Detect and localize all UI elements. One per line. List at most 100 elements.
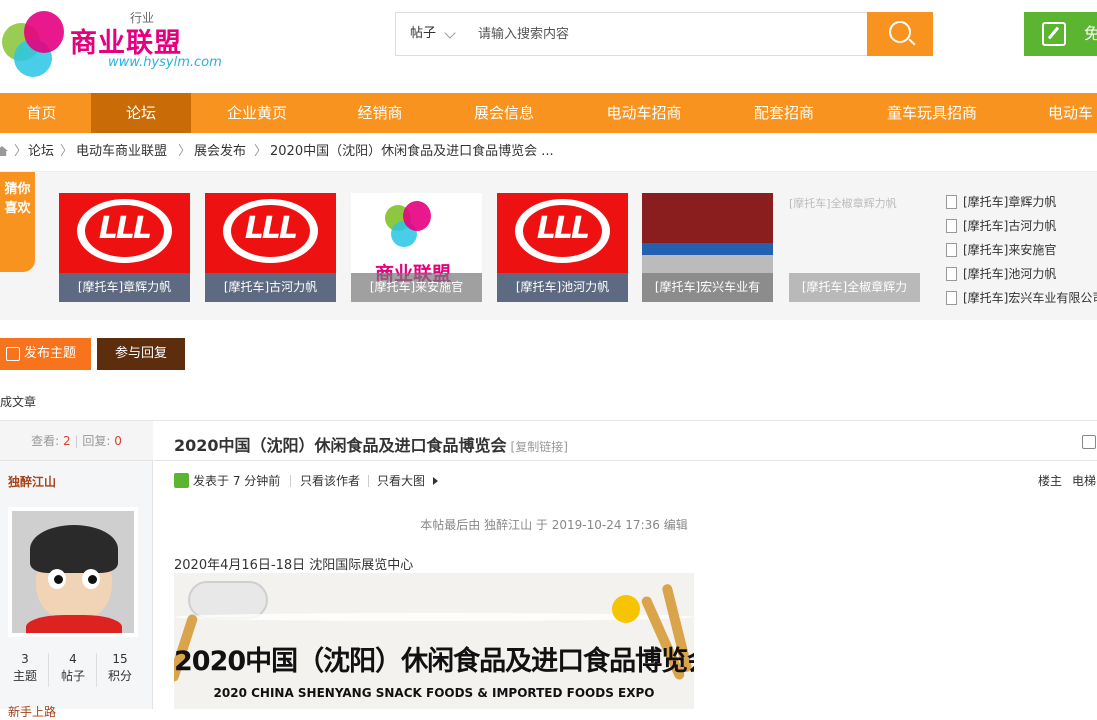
copy-link[interactable]: [复制链接]	[511, 440, 568, 454]
nav-item-ev-recruit[interactable]: 电动车招商	[590, 93, 698, 133]
breadcrumb-ev-alliance[interactable]: 电动车商业联盟	[76, 133, 167, 171]
free-post-label: 免费	[1084, 24, 1097, 87]
post-topic-label: 发布主题	[24, 346, 77, 361]
home-icon[interactable]	[0, 146, 8, 156]
only-author-link[interactable]: 只看该作者	[300, 472, 360, 490]
views-count: 2	[63, 434, 71, 448]
thumb-caption: [摩托车]古河力帆	[205, 273, 336, 302]
breadcrumb-current: 2020中国（沈阳）休闲食品及进口食品博览会 ...	[270, 144, 554, 159]
generate-article-label: 生成文章	[0, 395, 37, 409]
banner-subtitle: 2020 CHINA SHENYANG SNACK FOODS & IMPORT…	[213, 686, 655, 700]
user-stats: 3 主题 4 帖子 15 积分	[0, 651, 153, 691]
meta-divider	[290, 475, 291, 487]
replies-label: 回复:	[82, 434, 111, 448]
document-icon	[946, 195, 957, 209]
breadcrumb-sep: 〉	[254, 144, 268, 159]
thread-stats: 查看: 2 | 回复: 0	[0, 421, 153, 461]
list-item[interactable]: [摩托车]古河力帆	[946, 214, 1097, 238]
elevator-link[interactable]: 电梯	[1072, 472, 1096, 490]
nav-item-yellow-pages[interactable]: 企业黄页	[205, 93, 309, 133]
document-icon	[946, 291, 957, 305]
nav-item-exhibitions[interactable]: 展会信息	[458, 93, 550, 133]
list-item-label: [摩托车]池河力帆	[963, 267, 1057, 281]
nav-item-home[interactable]: 首页	[0, 93, 83, 133]
breadcrumb-sep: 〉	[14, 144, 28, 159]
list-item[interactable]: [摩托车]章辉力帆	[946, 190, 1097, 214]
avatar-shirt	[26, 615, 122, 633]
guess-thumb[interactable]: 商业联盟 [摩托车]来安施官	[351, 193, 482, 302]
floor-label: 楼主	[1038, 474, 1063, 488]
user-stat-posts[interactable]: 4 帖子	[48, 651, 98, 685]
list-item[interactable]: [摩托车]来安施官	[946, 238, 1097, 262]
user-stat-points[interactable]: 15 积分	[95, 651, 145, 685]
search-icon-handle	[908, 38, 916, 46]
thumb-caption: [摩托车]来安施官	[351, 273, 482, 302]
nav-item-toys-recruit[interactable]: 童车玩具招商	[872, 93, 992, 133]
post-topic-button[interactable]: 发布主题	[0, 338, 91, 370]
list-item[interactable]: [摩托车]池河力帆	[946, 262, 1097, 286]
stat-label: 主题	[12, 669, 37, 683]
guess-you-like: 猜你喜欢 [摩托车]章辉力帆 [摩托车]古河力帆 商业联盟 [摩托车]来安施官 …	[0, 171, 1097, 320]
reply-button[interactable]: 参与回复	[97, 338, 185, 370]
breadcrumb-sep: 〉	[60, 144, 74, 159]
logo-bubble-pink	[403, 201, 431, 231]
edit-icon	[6, 347, 20, 361]
stat-value: 15	[112, 652, 128, 666]
posted-time: 发表于 7 分钟前	[193, 474, 281, 488]
breadcrumb: 〉 论坛 〉 电动车商业联盟 〉 展会发布 〉 2020中国（沈阳）休闲食品及进…	[0, 133, 1097, 171]
sun-icon	[612, 595, 640, 623]
avatar[interactable]	[8, 507, 138, 637]
search-type-select[interactable]: 帖子	[396, 13, 466, 55]
print-icon[interactable]	[1082, 435, 1096, 449]
free-post-button[interactable]: 免费	[1024, 12, 1097, 87]
site-logo[interactable]: 行业 商业联盟 www.hysylm.com	[0, 5, 240, 77]
breadcrumb-forum[interactable]: 论坛	[28, 133, 54, 171]
title-divider	[154, 460, 1097, 461]
stat-value: 3	[21, 652, 29, 666]
generate-article-link[interactable]: 生成文章	[0, 385, 1097, 421]
caret-right-icon	[433, 477, 438, 485]
list-item[interactable]: [摩托车]宏兴车业有限公司	[946, 286, 1097, 310]
stat-value: 4	[69, 652, 77, 666]
guess-thumb[interactable]: [摩托车]章辉力帆	[59, 193, 190, 302]
post-meta: 发表于 7 分钟前 只看该作者 只看大图 楼主 电梯	[174, 472, 1097, 490]
views-label: 查看:	[31, 434, 60, 448]
search-bar: 帖子	[395, 12, 933, 56]
list-item-label: [摩托车]宏兴车业有限公司	[963, 291, 1097, 305]
document-icon	[946, 219, 957, 233]
nav-item-forum[interactable]: 论坛	[91, 93, 191, 133]
only-big-image-link[interactable]: 只看大图	[377, 472, 425, 490]
document-icon	[946, 267, 957, 281]
user-icon	[174, 473, 189, 488]
breadcrumb-exhibition[interactable]: 展会发布	[194, 133, 246, 171]
nav-item-dealers[interactable]: 经销商	[340, 93, 420, 133]
nav-item-parts-recruit[interactable]: 配套招商	[740, 93, 828, 133]
brand-logo	[77, 199, 172, 263]
document-icon	[946, 243, 957, 257]
search-button[interactable]	[867, 12, 933, 56]
thumb-caption: [摩托车]池河力帆	[497, 273, 628, 302]
stat-label: 帖子	[60, 669, 85, 683]
avatar-eye	[82, 569, 100, 589]
chevron-down-icon	[444, 27, 456, 39]
guess-thumb[interactable]: [摩托车]宏兴车业有	[642, 193, 773, 302]
search-input[interactable]	[468, 14, 866, 54]
expo-banner-image[interactable]: 2020中国（沈阳）休闲食品及进口食品博览会 2020 CHINA SHENYA…	[174, 573, 694, 709]
edited-note: 本帖最后由 独醉江山 于 2019-10-24 17:36 编辑	[420, 518, 688, 532]
brand-logo	[223, 199, 318, 263]
author-name[interactable]: 独醉江山	[8, 473, 56, 490]
logo-bubble-pink	[24, 11, 64, 53]
guess-tag: 猜你喜欢	[0, 172, 35, 272]
stat-label: 积分	[107, 669, 132, 683]
breadcrumb-sep: 〉	[178, 144, 192, 159]
stats-divider: |	[74, 434, 79, 448]
thumb-caption: [摩托车]章辉力帆	[59, 273, 190, 302]
list-item-label: [摩托车]来安施官	[963, 243, 1057, 257]
nav-item-ev[interactable]: 电动车	[1036, 93, 1097, 133]
meta-divider	[368, 475, 369, 487]
avatar-hair	[30, 525, 118, 573]
guess-thumb[interactable]: [摩托车]古河力帆	[205, 193, 336, 302]
guess-thumb[interactable]: [摩托车]全椒章辉力帆 [摩托车]全椒章辉力	[789, 193, 920, 302]
guess-thumb[interactable]: [摩托车]池河力帆	[497, 193, 628, 302]
user-stat-topics[interactable]: 3 主题	[0, 651, 50, 685]
